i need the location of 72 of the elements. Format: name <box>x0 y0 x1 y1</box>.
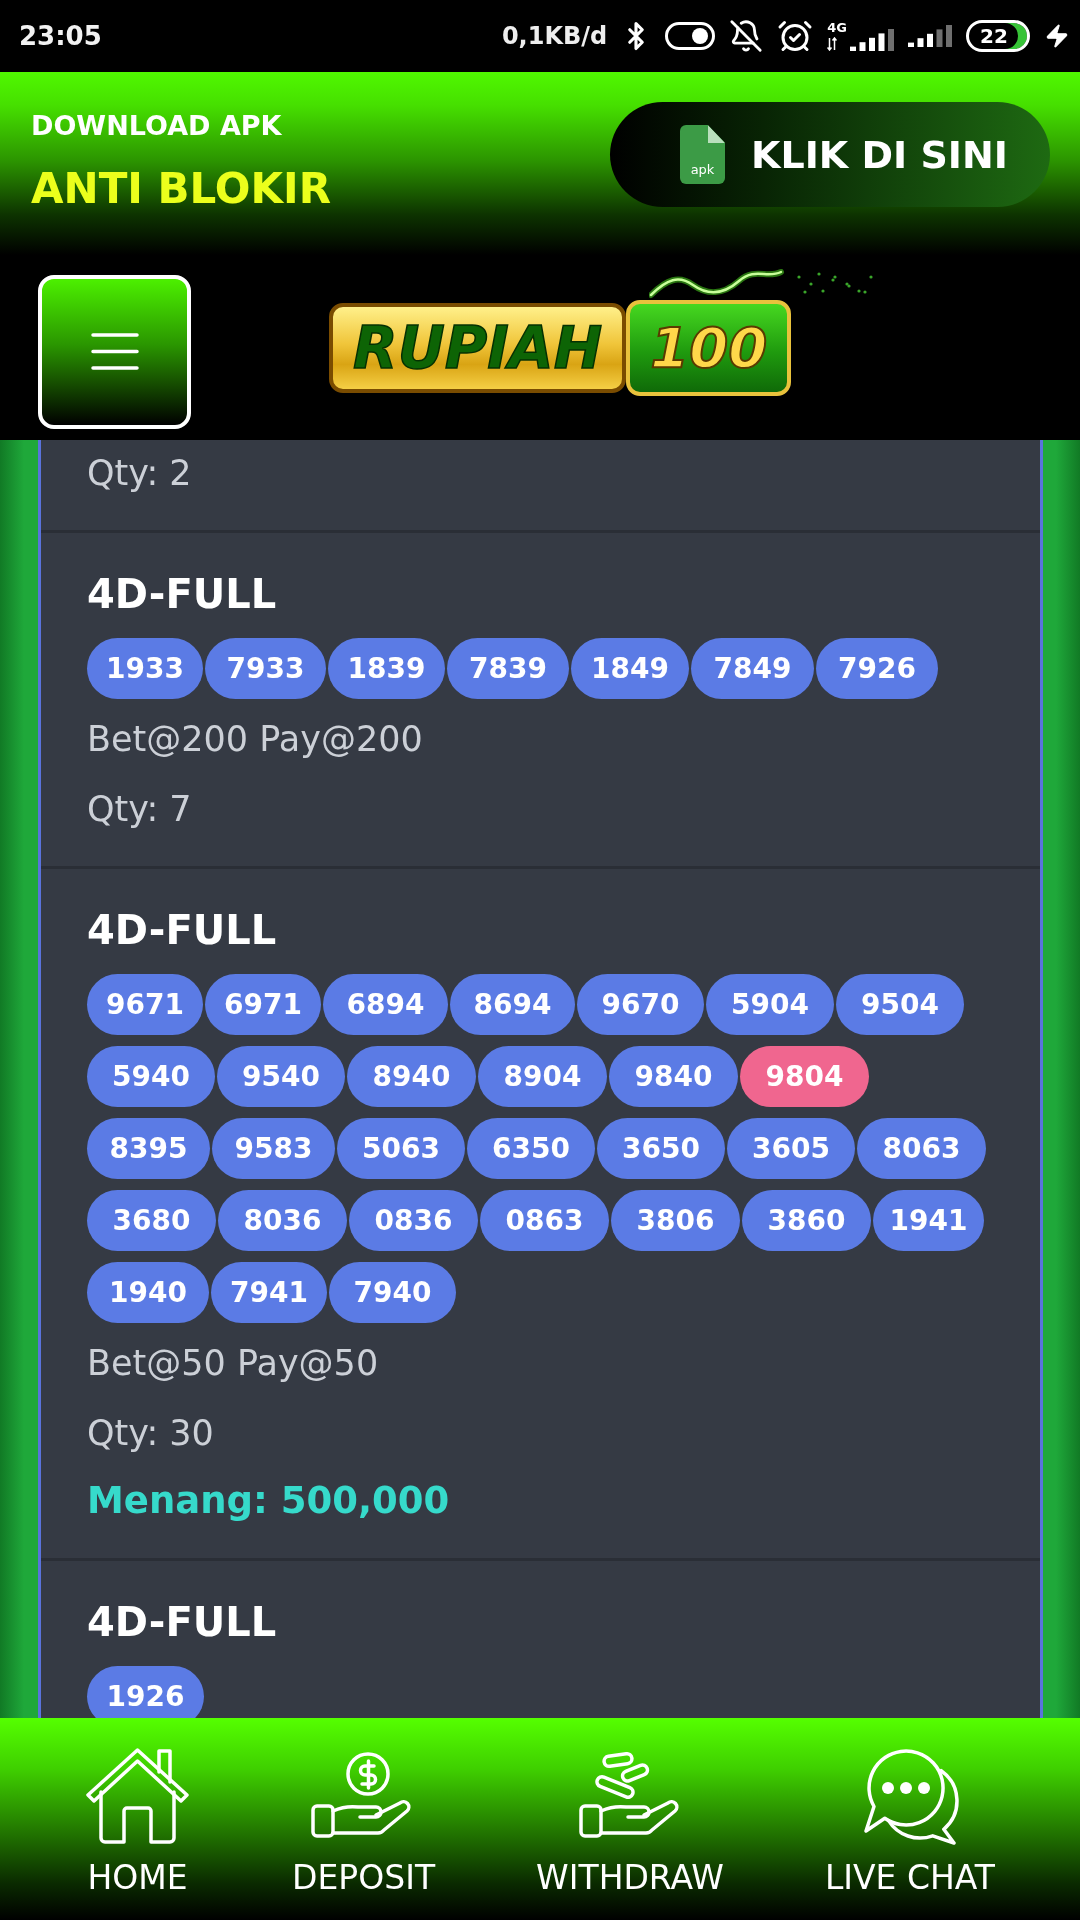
number-chip: 1926 <box>87 1666 204 1718</box>
number-chip: 3680 <box>87 1190 216 1251</box>
logo-word: RUPIAH <box>329 302 627 393</box>
number-chip: 6971 <box>205 974 321 1035</box>
bet-type-title: 4D-FULL <box>87 570 278 618</box>
number-chip: 7926 <box>816 638 938 699</box>
battery-indicator: 22 <box>966 20 1030 52</box>
number-chip: 8063 <box>857 1118 986 1179</box>
signal-icon <box>908 25 952 47</box>
signal-icon <box>850 29 894 51</box>
number-chip: 3650 <box>597 1118 725 1179</box>
nav-button[interactable]: LIVE CHAT <box>824 1718 995 1898</box>
number-chip: 5940 <box>87 1046 215 1107</box>
number-chip: 8694 <box>450 974 575 1035</box>
data-arrows-icon <box>827 37 838 51</box>
number-chip: 6350 <box>467 1118 595 1179</box>
number-chip: 7941 <box>211 1262 327 1323</box>
number-chip: 8940 <box>347 1046 476 1107</box>
bet-type-title: 4D-FULL <box>87 906 278 954</box>
menu-button[interactable] <box>38 274 191 429</box>
download-button[interactable]: apk KLIK DI SINI <box>610 102 1050 207</box>
bell-off-icon <box>729 19 764 53</box>
network-type-text: 4G <box>827 21 847 35</box>
number-chip: 1839 <box>328 638 445 699</box>
alarm-clock-icon <box>777 18 814 54</box>
number-chip: 3605 <box>727 1118 855 1179</box>
number-chip: 9540 <box>217 1046 345 1107</box>
number-chip: 9840 <box>609 1046 738 1107</box>
number-chip: 8904 <box>478 1046 607 1107</box>
number-chip: 1940 <box>87 1262 209 1323</box>
clock-time: 23:05 <box>19 21 102 51</box>
logo-number: 100 <box>626 299 792 396</box>
number-chip: 8036 <box>218 1190 347 1251</box>
menu-icon <box>90 333 139 370</box>
number-chip: 7849 <box>691 638 814 699</box>
number-chip: 9670 <box>577 974 704 1035</box>
hand-coins-icon <box>578 1751 682 1838</box>
bet-pay-text: Bet@50 Pay@50 <box>87 1342 380 1385</box>
number-chip: 1933 <box>87 638 203 699</box>
number-chip: 7940 <box>329 1262 456 1323</box>
number-chip: 9804 <box>740 1046 869 1107</box>
number-chip: 1941 <box>873 1190 984 1251</box>
number-chip: 9583 <box>212 1118 335 1179</box>
number-chip: 0836 <box>349 1190 478 1251</box>
number-chip: 9671 <box>87 974 203 1035</box>
nav-button[interactable]: HOME <box>84 1718 191 1898</box>
win-amount-text: Menang: 500,000 <box>87 1479 451 1523</box>
number-chip: 7839 <box>447 638 569 699</box>
charging-bolt-icon <box>1044 23 1070 49</box>
number-chip: 3806 <box>611 1190 740 1251</box>
number-chip: 0863 <box>480 1190 609 1251</box>
nav-button[interactable]: WITHDRAW <box>536 1718 724 1898</box>
house-icon <box>84 1745 191 1844</box>
number-chip: 5904 <box>706 974 834 1035</box>
banner-title: ANTI BLOKIR <box>31 164 332 214</box>
number-chip: 6894 <box>323 974 448 1035</box>
file-icon: apk <box>680 125 725 184</box>
banner-subtitle: DOWNLOAD APK <box>31 110 283 142</box>
quantity-text: Qty: 2 <box>87 452 193 495</box>
data-rate-text: 0,1KB/d <box>501 22 608 50</box>
number-chip: 3860 <box>742 1190 871 1251</box>
nav-button[interactable]: DEPOSIT <box>292 1718 436 1898</box>
bet-type-title: 4D-FULL <box>87 1598 278 1646</box>
quantity-text: Qty: 30 <box>87 1412 215 1455</box>
number-chip: 7933 <box>205 638 326 699</box>
bet-pay-text: Bet@200 Pay@200 <box>87 718 424 761</box>
number-chip: 1849 <box>571 638 689 699</box>
number-chip: 8395 <box>87 1118 210 1179</box>
number-chip: 5063 <box>337 1118 465 1179</box>
quantity-text: Qty: 7 <box>87 788 193 831</box>
toggle-icon <box>665 22 716 50</box>
number-chip: 9504 <box>836 974 964 1035</box>
